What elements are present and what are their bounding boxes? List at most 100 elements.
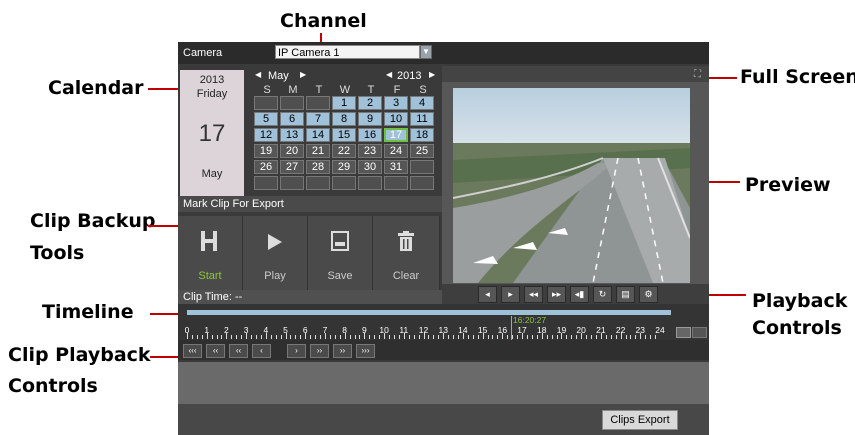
save-button[interactable]: Save: [308, 216, 373, 290]
calendar-empty-cell: [332, 176, 356, 190]
calendar-day[interactable]: 15: [332, 128, 356, 142]
timeline-tick: [630, 335, 632, 339]
playback-control-button[interactable]: ▸▸: [547, 286, 566, 303]
calendar-day[interactable]: 2: [358, 96, 382, 110]
calendar-day[interactable]: 10: [384, 112, 408, 126]
calendar-day[interactable]: 22: [332, 144, 356, 158]
timeline-tick: [546, 335, 548, 339]
clip-control-button[interactable]: ‹‹: [206, 344, 225, 358]
timeline-tick: [610, 335, 612, 339]
calendar-day[interactable]: 23: [358, 144, 382, 158]
playback-control-button[interactable]: ⚙: [639, 286, 658, 303]
weekday-header: S: [263, 84, 271, 96]
calendar-day[interactable]: 8: [332, 112, 356, 126]
timeline-tick: [482, 333, 484, 339]
clip-control-button[interactable]: ›: [287, 344, 306, 358]
calendar-day[interactable]: 18: [410, 128, 434, 142]
calendar-day[interactable]: 17: [384, 128, 408, 142]
timeline-tick: [305, 333, 307, 339]
play-button[interactable]: Play: [243, 216, 308, 290]
calendar-day[interactable]: 28: [306, 160, 330, 174]
timeline-tick: [556, 335, 558, 339]
calendar-day[interactable]: 12: [254, 128, 278, 142]
clip-control-button[interactable]: ›››: [356, 344, 375, 358]
prev-month-icon[interactable]: ◀: [255, 70, 261, 79]
playback-control-button[interactable]: ▤: [616, 286, 635, 303]
mark-clip-header: Mark Clip For Export: [178, 196, 442, 212]
timeline-tick: [433, 335, 435, 339]
clips-export-button[interactable]: Clips Export: [602, 410, 678, 430]
playback-control-button[interactable]: ◂▮: [570, 286, 589, 303]
timeline-tick: [260, 335, 262, 339]
calendar-day[interactable]: 5: [254, 112, 278, 126]
calendar-day[interactable]: 7: [306, 112, 330, 126]
next-year-icon[interactable]: ▶: [429, 70, 435, 79]
clip-control-button[interactable]: ‹: [252, 344, 271, 358]
timeline-tick: [551, 335, 553, 339]
timeline-tick: [221, 335, 223, 339]
calendar-day[interactable]: 1: [332, 96, 356, 110]
timeline-tick: [191, 335, 193, 339]
callout-line-clip-backup: [148, 225, 178, 227]
calendar-day[interactable]: 27: [280, 160, 304, 174]
timeline-tick: [492, 335, 494, 339]
calendar-day[interactable]: 24: [384, 144, 408, 158]
calendar-day[interactable]: 4: [410, 96, 434, 110]
prev-year-icon[interactable]: ◀: [386, 70, 392, 79]
calendar-day[interactable]: 6: [280, 112, 304, 126]
next-month-icon[interactable]: ▶: [300, 70, 306, 79]
clip-control-button[interactable]: ‹‹‹: [183, 344, 202, 358]
calendar-day[interactable]: 21: [306, 144, 330, 158]
playback-control-button[interactable]: ▸: [501, 286, 520, 303]
timeline-tick: [300, 335, 302, 339]
timeline-tick: [393, 335, 395, 339]
mark-clip-title: Mark Clip For Export: [183, 198, 284, 210]
timeline-tick: [635, 335, 637, 339]
timeline-tick: [586, 335, 588, 339]
callout-clip-playback-controls: Controls: [8, 375, 98, 397]
callout-line-timeline: [150, 313, 178, 315]
calendar-grid: 1 2 3 4 5 6 7 8 9 10 11 12 13 14 15 16 17 18 19 20 21 22 23 24 2…: [254, 96, 436, 192]
start-button[interactable]: Start: [178, 216, 243, 290]
calendar-day[interactable]: 16: [358, 128, 382, 142]
clip-control-button[interactable]: ››: [333, 344, 352, 358]
camera-bar: Camera IP Camera 1 ▼: [178, 42, 709, 64]
timeline-tick: [502, 333, 504, 339]
timeline-tick: [398, 335, 400, 339]
calendar-day[interactable]: 13: [280, 128, 304, 142]
timeline-tick: [428, 335, 430, 339]
calendar-day[interactable]: 25: [410, 144, 434, 158]
calendar-empty-cell: [410, 176, 434, 190]
clip-control-button[interactable]: ‹‹: [229, 344, 248, 358]
calendar-day[interactable]: 29: [332, 160, 356, 174]
clip-list: [178, 362, 709, 404]
playback-control-button[interactable]: ◂◂: [524, 286, 543, 303]
calendar-day[interactable]: 20: [280, 144, 304, 158]
calendar-day[interactable]: 3: [384, 96, 408, 110]
clip-control-button[interactable]: ››: [310, 344, 329, 358]
calendar-day[interactable]: 19: [254, 144, 278, 158]
calendar-day[interactable]: 11: [410, 112, 434, 126]
fullscreen-icon[interactable]: ⛶: [694, 69, 701, 80]
timeline-tick: [423, 333, 425, 339]
timeline-tick: [645, 335, 647, 339]
timeline-tick: [571, 335, 573, 339]
calendar-day[interactable]: 26: [254, 160, 278, 174]
preview-titlebar: [442, 66, 709, 82]
callout-calendar: Calendar: [48, 77, 144, 99]
zoom-in-icon[interactable]: [676, 327, 691, 338]
callout-full-screen: Full Screen: [740, 66, 855, 88]
timeline-tick: [566, 335, 568, 339]
calendar-day[interactable]: 9: [358, 112, 382, 126]
camera-select[interactable]: IP Camera 1: [275, 45, 420, 59]
chevron-down-icon[interactable]: ▼: [420, 45, 432, 59]
calendar-day[interactable]: 14: [306, 128, 330, 142]
zoom-out-icon[interactable]: [692, 327, 707, 338]
calendar-day[interactable]: 31: [384, 160, 408, 174]
calendar-month: May: [268, 70, 289, 82]
clear-button[interactable]: Clear: [373, 216, 440, 290]
calendar-day[interactable]: 30: [358, 160, 382, 174]
timeline-tick: [438, 335, 440, 339]
playback-control-button[interactable]: ◂: [478, 286, 497, 303]
playback-control-button[interactable]: ↻: [593, 286, 612, 303]
